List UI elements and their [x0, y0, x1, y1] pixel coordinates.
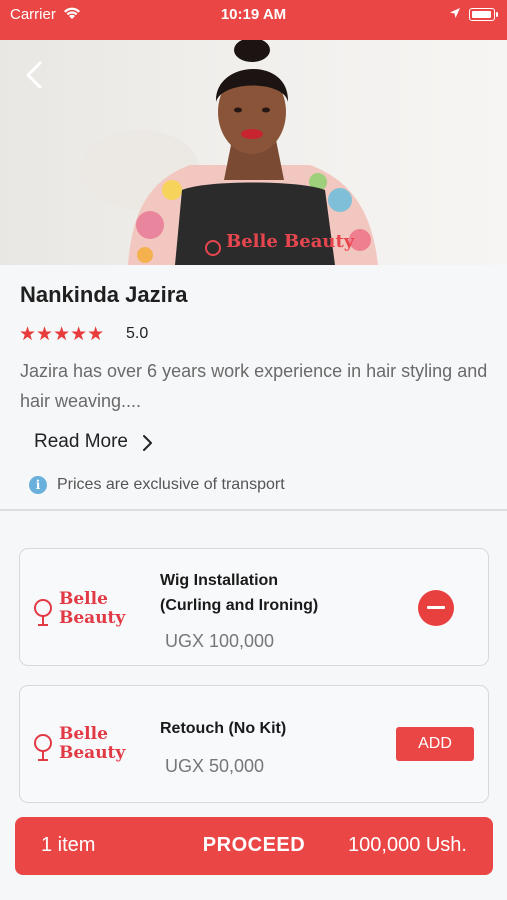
remove-service-button[interactable] — [418, 590, 454, 626]
apron-logo-text: Belle Beauty — [226, 231, 355, 252]
info-icon: i — [29, 476, 47, 494]
minus-icon — [427, 606, 445, 609]
service-card: Belle Beauty Wig Installation (Curling a… — [19, 548, 489, 666]
add-service-button[interactable]: ADD — [396, 727, 474, 761]
transport-notice: Prices are exclusive of transport — [57, 476, 285, 493]
location-icon — [450, 8, 460, 18]
service-title: Wig Installation — [160, 572, 279, 589]
svg-text:Beauty: Beauty — [59, 743, 126, 763]
divider — [0, 509, 507, 511]
belle-beauty-logo: Belle Beauty — [34, 589, 126, 628]
stylist-portrait: Belle Beauty — [80, 40, 378, 265]
stylist-name: Nankinda Jazira — [20, 282, 188, 307]
belle-beauty-logo: Belle Beauty — [34, 724, 126, 763]
chevron-right-icon[interactable] — [140, 434, 154, 452]
svg-text:Belle: Belle — [59, 589, 108, 609]
service-title-sub: (Curling and Ironing) — [160, 597, 319, 614]
stylist-bio: Jazira has over 6 years work experience … — [20, 361, 488, 411]
service-title: Retouch (No Kit) — [160, 720, 287, 737]
svg-text:Beauty: Beauty — [59, 608, 126, 628]
status-bar: Carrier 10:19 AM — [0, 0, 507, 40]
stylist-photo: Belle Beauty — [0, 40, 507, 265]
back-button[interactable] — [20, 60, 50, 90]
clock: 10:19 AM — [220, 6, 287, 23]
service-card: Belle Beauty Retouch (No Kit) UGX 50,000… — [19, 685, 489, 803]
rating-value: 5.0 — [126, 325, 149, 342]
service-price: UGX 50,000 — [165, 756, 265, 776]
svg-text:Belle: Belle — [59, 724, 108, 744]
service-price: UGX 100,000 — [165, 631, 275, 651]
battery-icon — [469, 8, 498, 21]
proceed-button[interactable]: 1 item PROCEED 100,000 Ush. — [15, 817, 493, 875]
total-price: 100,000 Ush. — [348, 834, 467, 856]
rating-stars: ★★★★★ — [19, 324, 105, 345]
read-more-link[interactable]: Read More — [34, 431, 128, 453]
